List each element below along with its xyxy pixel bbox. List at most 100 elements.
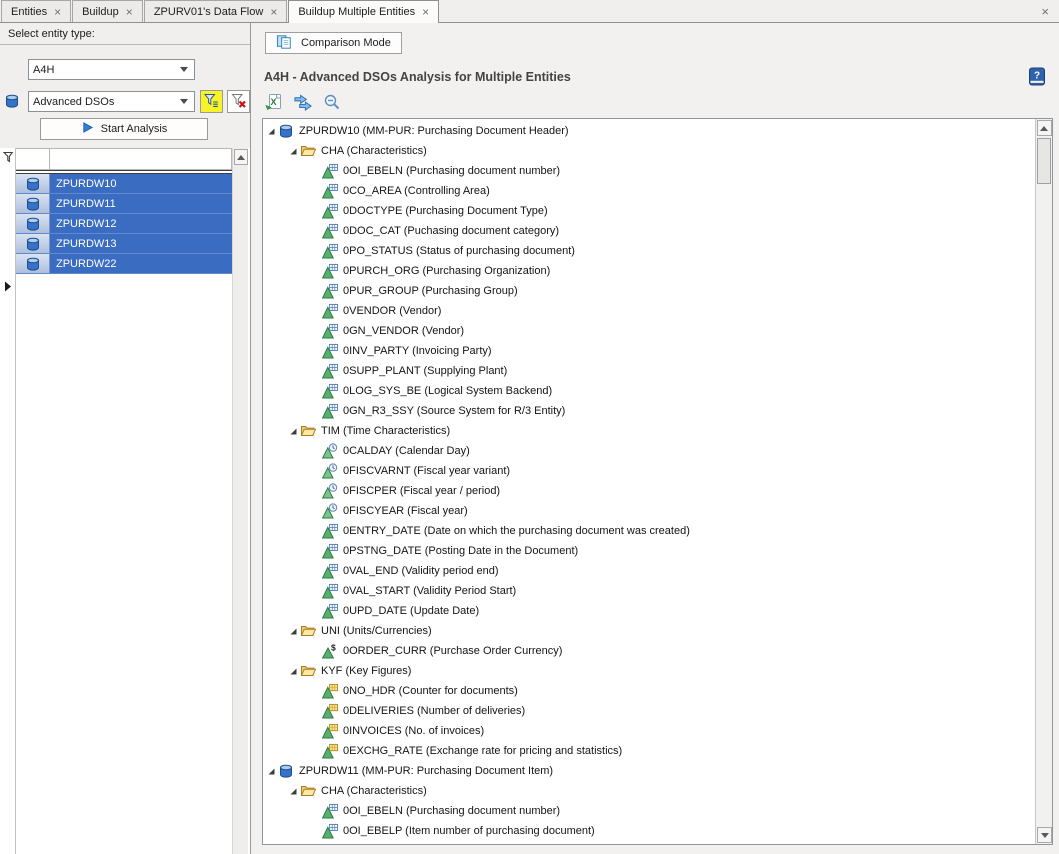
tree-row[interactable]: 0SUPP_PLANT (Supplying Plant) [263, 361, 1035, 381]
tree-row-label: 0DOCTYPE (Purchasing Document Type) [343, 205, 548, 217]
tree-row-label: CHA (Characteristics) [321, 785, 427, 797]
tab-zpurv01-s-data-flow[interactable]: ZPURV01's Data Flow × [144, 0, 288, 22]
entity-list-item[interactable]: ZPURDW11 [16, 194, 232, 214]
svg-text:$: $ [331, 643, 336, 653]
zoom-out-icon[interactable] [322, 93, 342, 112]
entity-list-scrollbar[interactable] [232, 148, 248, 854]
scroll-down-button[interactable] [1037, 827, 1052, 843]
tab-buildup-multiple-entities[interactable]: Buildup Multiple Entities× [288, 0, 439, 23]
tree-row[interactable]: 0OI_EBELN (Purchasing document number) [263, 801, 1035, 821]
dso-icon [278, 763, 294, 779]
tab-close-icon[interactable]: × [126, 7, 133, 17]
tree-row[interactable]: UNI (Units/Currencies) [263, 621, 1035, 641]
tree-row[interactable]: CHA (Characteristics) [263, 781, 1035, 801]
list-header-icon-col[interactable] [16, 148, 50, 170]
entity-list-item[interactable]: ZPURDW12 [16, 214, 232, 234]
tree-scrollbar[interactable] [1035, 119, 1052, 844]
entity-list-item[interactable]: ZPURDW13 [16, 234, 232, 254]
char-icon [322, 303, 338, 319]
time-icon [322, 483, 338, 499]
comparison-mode-button[interactable]: Comparison Mode [265, 32, 402, 54]
tab-label: Buildup [82, 6, 119, 18]
tree-row[interactable]: 0ENTRY_DATE (Date on which the purchasin… [263, 521, 1035, 541]
system-dropdown[interactable]: A4H [28, 59, 195, 80]
tree-row[interactable]: 0FISCYEAR (Fiscal year) [263, 501, 1035, 521]
char-icon [322, 343, 338, 359]
expand-arrow-icon[interactable] [265, 767, 277, 776]
expand-arrow-icon[interactable] [287, 627, 299, 636]
tree-row-label: CHA (Characteristics) [321, 145, 427, 157]
tree-row-label: KYF (Key Figures) [321, 665, 411, 677]
export-excel-icon[interactable]: X [264, 93, 284, 112]
tree-row-label: 0GN_VENDOR (Vendor) [343, 325, 464, 337]
expand-arrow-icon[interactable] [287, 667, 299, 676]
tree-row[interactable]: 0CALDAY (Calendar Day) [263, 441, 1035, 461]
close-icon[interactable]: × [1041, 4, 1049, 19]
tree-row[interactable]: ZPURDW10 (MM-PUR: Purchasing Document He… [263, 121, 1035, 141]
edit-filter-button[interactable] [200, 90, 223, 113]
tree-row[interactable]: 0PSTNG_DATE (Posting Date in the Documen… [263, 541, 1035, 561]
svg-text:?: ? [1034, 71, 1040, 82]
tab-close-icon[interactable]: × [54, 7, 61, 17]
tree-row[interactable]: 0DOC_CAT (Puchasing document category) [263, 221, 1035, 241]
clear-filter-button[interactable] [227, 90, 250, 113]
expand-arrow-icon[interactable] [287, 427, 299, 436]
tree-row[interactable]: 0DOCTYPE (Purchasing Document Type) [263, 201, 1035, 221]
tree-row[interactable]: 0VENDOR (Vendor) [263, 301, 1035, 321]
help-book-icon[interactable]: ? [1028, 67, 1046, 90]
tab-close-icon[interactable]: × [422, 7, 429, 17]
tree-row[interactable]: $0ORDER_CURR (Purchase Order Currency) [263, 641, 1035, 661]
folder-icon [300, 143, 316, 159]
entity-list-item[interactable]: ZPURDW10 [16, 174, 232, 194]
expand-arrow-icon[interactable] [287, 787, 299, 796]
tree-row[interactable]: 0FISCPER (Fiscal year / period) [263, 481, 1035, 501]
tab-entities[interactable]: Entities× [1, 0, 71, 22]
forward-arrows-icon[interactable] [293, 93, 313, 112]
tree-row[interactable]: 0INV_PARTY (Invoicing Party) [263, 341, 1035, 361]
tree-row[interactable]: KYF (Key Figures) [263, 661, 1035, 681]
list-header-name-col[interactable] [50, 148, 232, 170]
scroll-up-button[interactable] [234, 149, 248, 165]
tab-buildup[interactable]: Buildup × [72, 0, 143, 22]
tree-row[interactable]: 0PO_STATUS (Status of purchasing documen… [263, 241, 1035, 261]
tree-row[interactable]: TIM (Time Characteristics) [263, 421, 1035, 441]
tree-row[interactable]: ZPURDW11 (MM-PUR: Purchasing Document It… [263, 761, 1035, 781]
tree-row[interactable]: CHA (Characteristics) [263, 141, 1035, 161]
tree-row[interactable]: 0OI_EBELP (Item number of purchasing doc… [263, 821, 1035, 841]
tree-row[interactable]: 0FISCVARNT (Fiscal year variant) [263, 461, 1035, 481]
comparison-mode-label: Comparison Mode [301, 37, 391, 49]
tree-row[interactable]: 0VAL_END (Validity period end) [263, 561, 1035, 581]
tree-row[interactable]: 0UPD_DATE (Update Date) [263, 601, 1035, 621]
start-analysis-button[interactable]: Start Analysis [40, 118, 208, 140]
arrow-down-icon [1041, 833, 1049, 838]
scrollbar-thumb[interactable] [1037, 138, 1051, 184]
expand-arrow-icon[interactable] [265, 127, 277, 136]
tab-bar: Entities×Buildup×ZPURV01's Data Flow×Bui… [0, 0, 1059, 23]
tree-row[interactable]: 0VAL_START (Validity Period Start) [263, 581, 1035, 601]
tree-row[interactable]: 0DELIVERIES (Number of deliveries) [263, 701, 1035, 721]
tree-row[interactable]: 0PURCH_ORG (Purchasing Organization) [263, 261, 1035, 281]
expand-arrow-icon[interactable] [287, 147, 299, 156]
scroll-up-button[interactable] [1037, 120, 1052, 136]
tree-row[interactable]: 0INVOICES (No. of invoices) [263, 721, 1035, 741]
tree-row[interactable]: 0GN_VENDOR (Vendor) [263, 321, 1035, 341]
entity-type-dropdown[interactable]: Advanced DSOs [28, 91, 195, 112]
tree-row[interactable]: 0OI_EBELN (Purchasing document number) [263, 161, 1035, 181]
filter-row-funnel-icon[interactable] [3, 151, 14, 166]
tree-row-label: 0VAL_START (Validity Period Start) [343, 585, 516, 597]
tree-row-label: 0ORDER_CURR (Purchase Order Currency) [343, 645, 562, 657]
entity-list-item[interactable]: ZPURDW22 [16, 254, 232, 274]
dso-database-icon [16, 194, 50, 213]
tree-row[interactable]: 0NO_HDR (Counter for documents) [263, 681, 1035, 701]
tab-close-icon[interactable]: × [270, 7, 277, 17]
tree-row[interactable]: 0CO_AREA (Controlling Area) [263, 181, 1035, 201]
tree-row[interactable]: 0EXCHG_RATE (Exchange rate for pricing a… [263, 741, 1035, 761]
tree-row-label: 0PO_STATUS (Status of purchasing documen… [343, 245, 575, 257]
tree-row[interactable]: 0GN_R3_SSY (Source System for R/3 Entity… [263, 401, 1035, 421]
tree-row[interactable]: 0PUR_GROUP (Purchasing Group) [263, 281, 1035, 301]
comparison-pages-icon [276, 34, 295, 53]
tree-row-label: 0OI_EBELP (Item number of purchasing doc… [343, 825, 595, 837]
analysis-main-area: Comparison Mode A4H - Advanced DSOs Anal… [252, 23, 1059, 854]
tree-row[interactable]: 0LOG_SYS_BE (Logical System Backend) [263, 381, 1035, 401]
tab-label: ZPURV01's Data Flow [154, 6, 264, 18]
